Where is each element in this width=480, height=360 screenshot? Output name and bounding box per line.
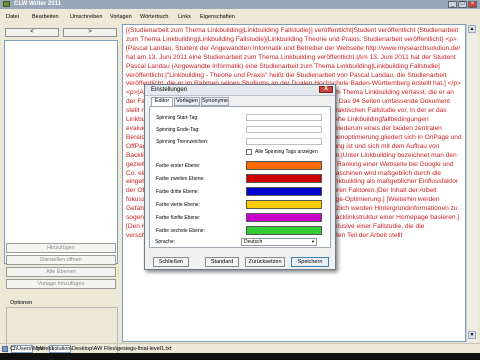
options-label: Optionen bbox=[10, 300, 33, 306]
color-level6-swatch[interactable] bbox=[246, 226, 322, 235]
app-window: CLW Writer 2011 _ □ × Datei Bearbeiten U… bbox=[0, 0, 480, 360]
reset-button[interactable]: Zurücksetzen bbox=[245, 257, 285, 267]
minimize-button[interactable]: _ bbox=[448, 1, 457, 8]
menu-datei[interactable]: Datei bbox=[6, 14, 19, 20]
show-tags-checkbox[interactable] bbox=[246, 149, 252, 155]
dialog-title-bar: Einstellungen X bbox=[145, 85, 335, 96]
menu-umschreiben[interactable]: Umschreiben bbox=[70, 14, 102, 20]
color-level5-swatch[interactable] bbox=[246, 213, 322, 222]
color-level4-swatch[interactable] bbox=[246, 200, 322, 209]
editor-scrollbar[interactable]: ▲ ▼ bbox=[466, 24, 477, 342]
menu-bar: Datei Bearbeiten Umschreiben Vorlagen Wö… bbox=[0, 12, 480, 22]
scroll-down-icon[interactable]: ▼ bbox=[468, 331, 476, 339]
color-level1-swatch[interactable] bbox=[246, 161, 322, 170]
all-levels-button[interactable]: Alle Ebenen bbox=[6, 267, 116, 277]
editor-tab-panel: Spinning Start-Tag: Spinning Ende-Tag: S… bbox=[149, 106, 331, 248]
file-path: C:\Users\MyWebsolution\Desktop\AW Files\… bbox=[10, 346, 172, 352]
dialog-close-button[interactable]: X bbox=[319, 86, 333, 93]
chevron-down-icon: ▼ bbox=[311, 239, 315, 244]
add-template-button[interactable]: Vorlage hinzufügen bbox=[6, 279, 116, 289]
close-dialog-button[interactable]: Schließen bbox=[153, 257, 189, 267]
open-view-button[interactable]: Darstellen offnen bbox=[6, 255, 116, 265]
separator-input[interactable] bbox=[246, 138, 322, 145]
sidebar: < > Hinzufügen Darstellen offnen Alle Eb… bbox=[2, 24, 120, 355]
screen-bottom-bar bbox=[0, 353, 480, 360]
back-button[interactable]: < bbox=[5, 28, 59, 37]
tab-synonyme[interactable]: Synonyme bbox=[201, 97, 229, 106]
end-tag-label: Spinning Ende-Tag: bbox=[156, 127, 200, 133]
synonym-list[interactable] bbox=[4, 40, 118, 264]
file-icon bbox=[2, 346, 8, 352]
maximize-button[interactable]: □ bbox=[458, 1, 467, 8]
save-button[interactable]: Speichern bbox=[291, 257, 329, 267]
color-level3-swatch[interactable] bbox=[246, 187, 322, 196]
color-level1-label: Farbe erster Ebene: bbox=[156, 163, 201, 169]
language-value: Deutsch bbox=[244, 239, 263, 245]
settings-dialog: Einstellungen X Editor Vorlagen Synonyme… bbox=[144, 84, 336, 270]
menu-vorlagen[interactable]: Vorlagen bbox=[110, 14, 132, 20]
color-level5-label: Farbe fünfte Ebene: bbox=[156, 215, 201, 221]
color-level2-label: Farbe zweiten Ebene: bbox=[156, 176, 205, 182]
color-level4-label: Farbe vierte Ebene: bbox=[156, 202, 200, 208]
color-level6-label: Farbe sechste Ebene: bbox=[156, 228, 205, 234]
end-tag-input[interactable] bbox=[246, 126, 322, 133]
language-label: Sprache: bbox=[155, 239, 176, 245]
language-select[interactable]: Deutsch ▼ bbox=[241, 238, 317, 246]
menu-woerterbuch[interactable]: Wörterbuch bbox=[140, 14, 168, 20]
default-button[interactable]: Standard bbox=[205, 257, 239, 267]
show-tags-label: Alle Spinning Tags anzeigen bbox=[255, 149, 318, 155]
add-button[interactable]: Hinzufügen bbox=[6, 243, 116, 253]
close-button[interactable]: × bbox=[468, 1, 477, 8]
dialog-title: Einstellungen bbox=[151, 87, 188, 93]
app-icon bbox=[3, 1, 10, 7]
menu-bearbeiten[interactable]: Bearbeiten bbox=[32, 14, 59, 20]
title-bar: CLW Writer 2011 _ □ × bbox=[0, 0, 480, 9]
tab-vorlagen[interactable]: Vorlagen bbox=[174, 97, 200, 106]
menu-links[interactable]: Links bbox=[178, 14, 191, 20]
start-tag-input[interactable] bbox=[246, 114, 322, 121]
forward-button[interactable]: > bbox=[63, 28, 117, 37]
color-level2-swatch[interactable] bbox=[246, 174, 322, 183]
separator-label: Spinning Trennzeichen: bbox=[156, 139, 209, 145]
window-title: CLW Writer 2011 bbox=[14, 1, 61, 7]
menu-eigenschaften[interactable]: Eigenschaften bbox=[200, 14, 235, 20]
scroll-up-icon[interactable]: ▲ bbox=[468, 25, 476, 33]
color-level3-label: Farbe dritte Ebene: bbox=[156, 189, 199, 195]
start-tag-label: Spinning Start-Tag: bbox=[156, 115, 199, 121]
